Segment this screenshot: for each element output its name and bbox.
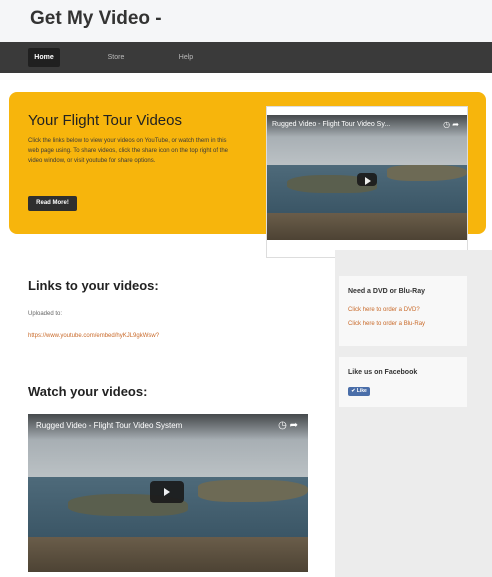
main-video-player[interactable]: Rugged Video - Flight Tour Video System … xyxy=(28,414,308,572)
share-icon[interactable]: ➦ xyxy=(452,120,459,129)
header: Get My Video - xyxy=(0,0,492,42)
hero-text: Click the links below to view your video… xyxy=(28,138,229,164)
video-letterbox-top xyxy=(267,107,467,115)
navbar: Home Store Help xyxy=(0,42,492,73)
read-more-button[interactable]: Read More! xyxy=(28,196,77,211)
video-controls: ◷ ➦ xyxy=(443,120,459,129)
clock-icon[interactable]: ◷ xyxy=(278,420,287,431)
video-shore xyxy=(198,480,308,502)
video-ground xyxy=(28,537,308,572)
sidebar: Need a DVD or Blu-Ray Click here to orde… xyxy=(335,250,492,577)
dvd-widget-title: Need a DVD or Blu-Ray xyxy=(348,288,426,295)
watch-section-title: Watch your videos: xyxy=(28,384,148,399)
nav-home[interactable]: Home xyxy=(28,48,60,67)
order-bluray-link[interactable]: Click here to order a Blu-Ray xyxy=(348,321,425,327)
video-shore xyxy=(387,165,467,181)
nav-help[interactable]: Help xyxy=(172,48,200,67)
facebook-like-icon[interactable]: ✔ Like xyxy=(348,387,370,396)
nav-store[interactable]: Store xyxy=(101,48,131,67)
facebook-widget: Like us on Facebook ✔ Like xyxy=(339,357,467,407)
share-icon[interactable]: ➦ xyxy=(290,420,298,431)
order-dvd-link[interactable]: Click here to order a DVD? xyxy=(348,307,420,313)
links-section-title: Links to your videos: xyxy=(28,278,159,293)
uploaded-label: Uploaded to: xyxy=(28,311,63,317)
video-frame: Rugged Video - Flight Tour Video Sy... ◷… xyxy=(267,115,467,240)
play-icon[interactable] xyxy=(150,481,184,503)
facebook-like-label: Like xyxy=(356,388,367,394)
hero-video-title[interactable]: Rugged Video - Flight Tour Video Sy... xyxy=(272,121,390,128)
facebook-widget-title: Like us on Facebook xyxy=(348,369,418,376)
hero-title: Your Flight Tour Videos xyxy=(28,112,182,129)
hero-video-player[interactable]: Rugged Video - Flight Tour Video Sy... ◷… xyxy=(266,106,468,258)
video-ground xyxy=(267,212,467,240)
dvd-widget: Need a DVD or Blu-Ray Click here to orde… xyxy=(339,276,467,346)
site-title[interactable]: Get My Video - xyxy=(30,8,162,30)
main-video-title[interactable]: Rugged Video - Flight Tour Video System xyxy=(36,421,182,430)
video-link[interactable]: https://www.youtube.com/embed/hyKJL9gkWs… xyxy=(28,333,159,339)
clock-icon[interactable]: ◷ xyxy=(443,120,450,129)
play-icon[interactable] xyxy=(357,173,377,186)
video-controls: ◷ ➦ xyxy=(278,420,298,431)
